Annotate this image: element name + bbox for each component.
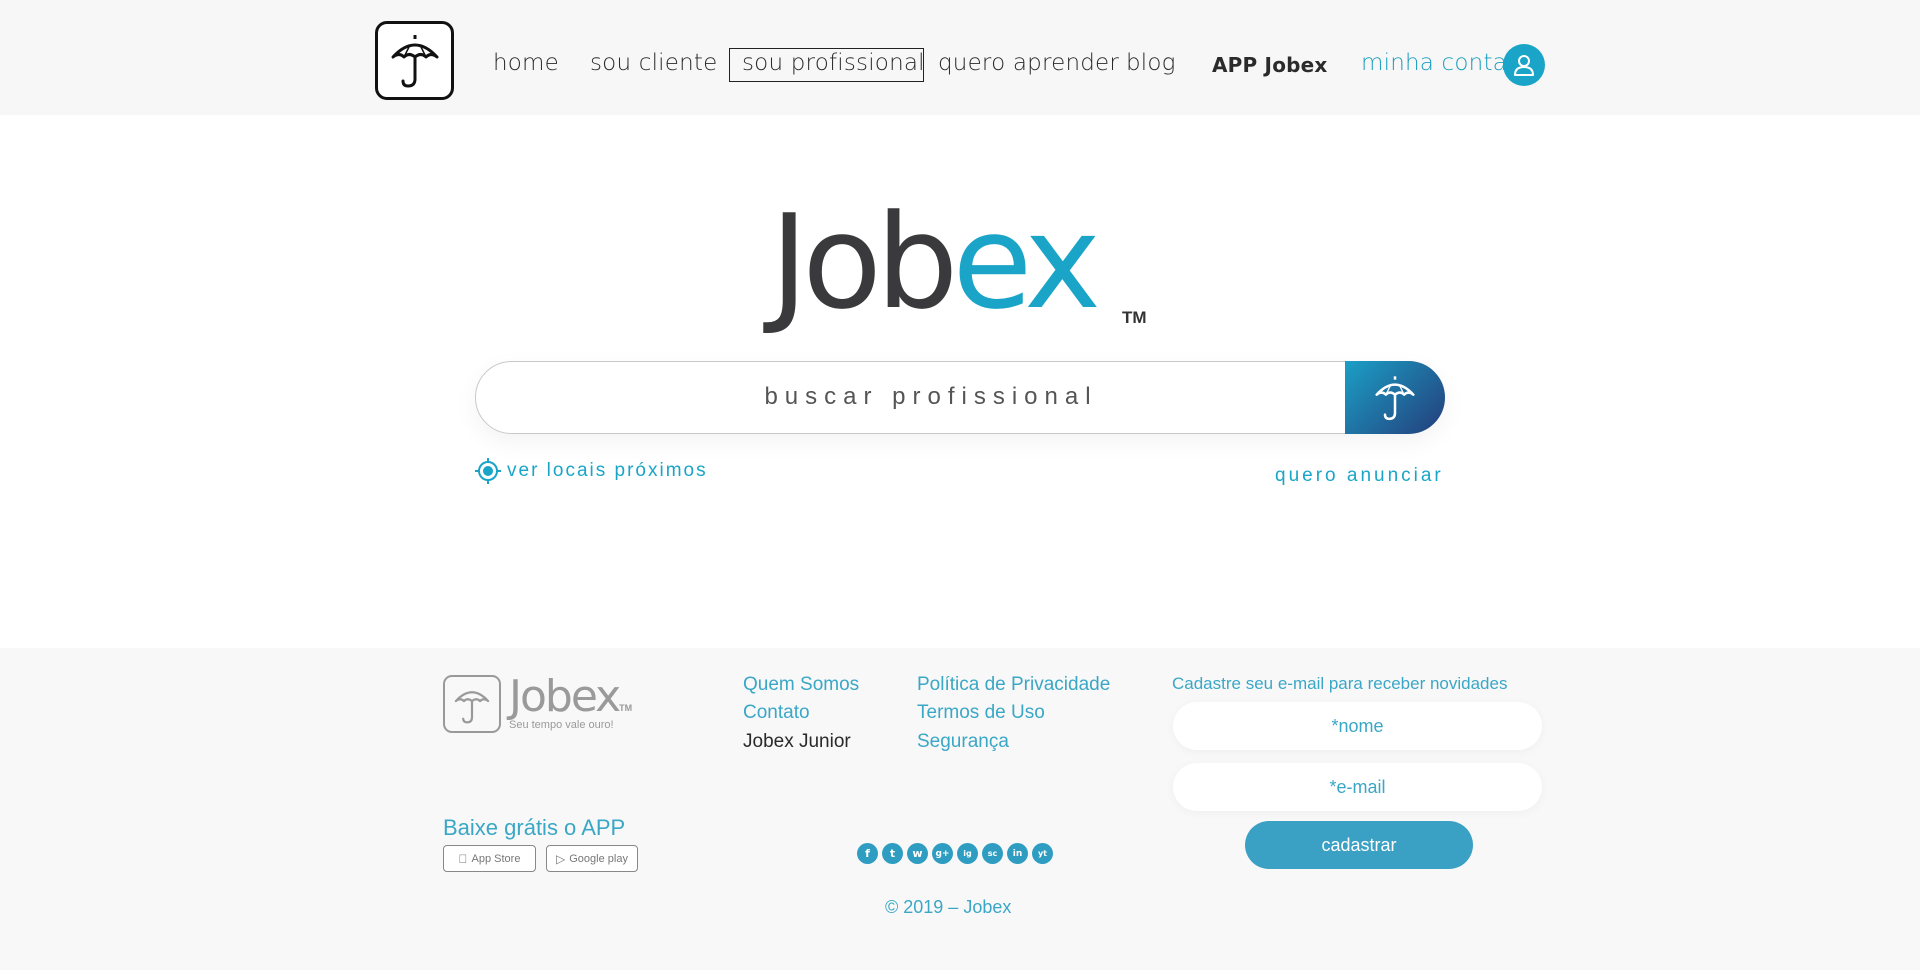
social-links: f t w g+ ig sc in yt (857, 843, 1057, 864)
header: home sou cliente sou profissional quero … (0, 0, 1920, 115)
play-icon: ▷ (556, 851, 566, 866)
nav-sou-profissional[interactable]: sou profissional (742, 49, 925, 77)
search-input[interactable] (476, 362, 1346, 432)
copyright: © 2019 – Jobex (885, 897, 1012, 917)
advertise-link[interactable]: quero anunciar (1275, 465, 1444, 487)
jobex-wordmark: Jobex (770, 197, 1101, 332)
facebook-icon[interactable]: f (857, 843, 878, 864)
footer-logo-tm: TM (619, 703, 633, 713)
umbrella-icon (1375, 375, 1415, 420)
newsletter-name-input[interactable] (1173, 702, 1542, 750)
search-bar (475, 361, 1445, 434)
linkedin-icon[interactable]: in (1007, 843, 1028, 864)
brand-ex-text: ex (952, 186, 1101, 338)
footer-link-quem-somos[interactable]: Quem Somos (743, 674, 859, 696)
location-target-icon (475, 458, 501, 484)
instagram-icon[interactable]: ig (957, 843, 978, 864)
footer-logo-name: Jobex (509, 671, 621, 722)
brand-job-text: Job (770, 186, 958, 338)
apple-icon:  (459, 852, 468, 866)
footer-logo: JobexTM Seu tempo vale ouro! (443, 675, 632, 733)
trademark-label: TM (1122, 308, 1147, 327)
nav-sou-cliente[interactable]: sou cliente (590, 49, 717, 77)
footer-link-jobex-junior[interactable]: Jobex Junior (743, 731, 851, 753)
footer-link-contato[interactable]: Contato (743, 702, 810, 724)
near-locations-link[interactable]: ver locais próximos (475, 458, 708, 484)
whatsapp-icon[interactable]: w (907, 843, 928, 864)
nav-app-jobex[interactable]: APP Jobex (1212, 51, 1328, 79)
youtube-icon[interactable]: yt (1032, 843, 1053, 864)
footer-link-privacidade[interactable]: Política de Privacidade (917, 674, 1110, 696)
google-play-label: Google play (569, 852, 628, 865)
snapchat-icon[interactable]: sc (982, 843, 1003, 864)
app-download-title: Baixe grátis o APP (443, 815, 626, 840)
nav-blog[interactable]: blog (1126, 49, 1176, 77)
footer (0, 648, 1920, 970)
search-button[interactable] (1345, 361, 1445, 434)
newsletter-submit-button[interactable]: cadastrar (1245, 821, 1473, 869)
twitter-icon[interactable]: t (882, 843, 903, 864)
umbrella-logo-icon[interactable] (375, 21, 454, 100)
google-play-badge[interactable]: ▷ Google play (546, 845, 638, 872)
app-store-badge[interactable]: App Store (443, 845, 536, 872)
footer-umbrella-icon (443, 675, 501, 733)
near-locations-label: ver locais próximos (507, 460, 708, 481)
newsletter-email-input[interactable] (1173, 763, 1542, 811)
nav-quero-aprender[interactable]: quero aprender (938, 49, 1119, 77)
nav-minha-conta[interactable]: minha conta (1361, 49, 1507, 77)
footer-link-termos[interactable]: Termos de Uso (917, 702, 1045, 724)
google-plus-icon[interactable]: g+ (932, 843, 953, 864)
newsletter-title: Cadastre seu e-mail para receber novidad… (1172, 674, 1508, 693)
footer-link-seguranca[interactable]: Segurança (917, 731, 1009, 753)
page: home sou cliente sou profissional quero … (0, 0, 1920, 970)
nav-home[interactable]: home (493, 49, 559, 77)
app-store-label: App Store (467, 852, 521, 865)
user-account-icon[interactable] (1503, 44, 1545, 86)
